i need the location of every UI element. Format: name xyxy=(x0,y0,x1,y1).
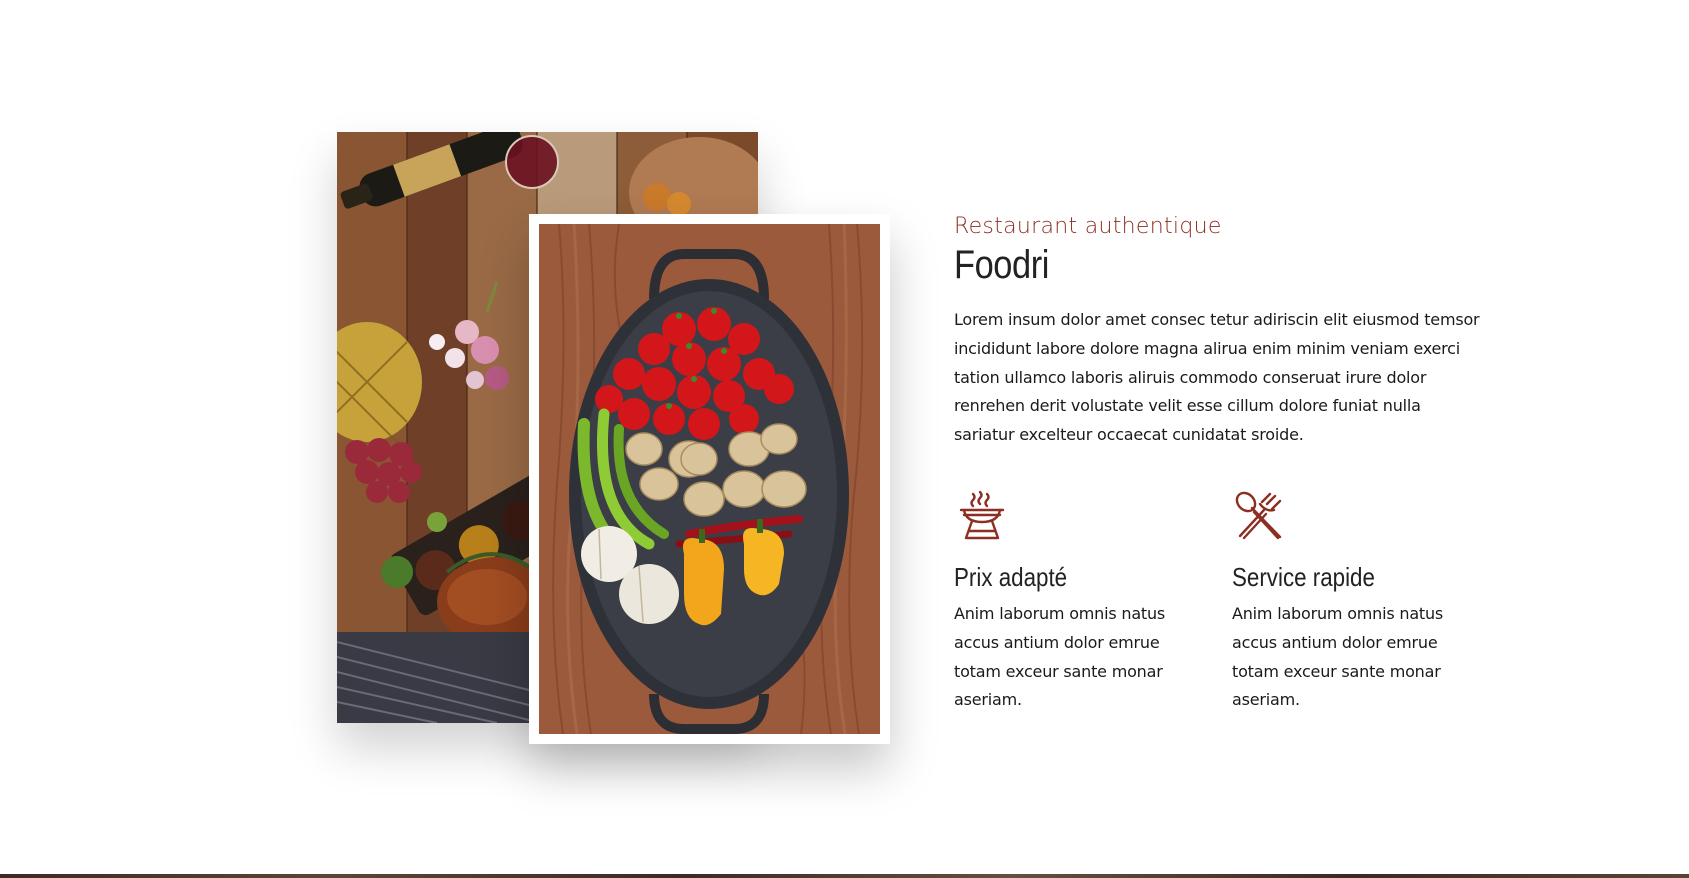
vegetables-pot-photo xyxy=(539,224,880,734)
next-section-edge xyxy=(0,874,1689,878)
feature-item-service: Service rapide Anim laborum omnis natus … xyxy=(1232,488,1472,715)
feature-item-price: Prix adapté Anim laborum omnis natus acc… xyxy=(954,488,1194,715)
feature-text: Anim laborum omnis natus accus antium do… xyxy=(1232,604,1444,710)
section-title: Foodri xyxy=(954,243,1049,287)
section-subtitle: Restaurant authentique xyxy=(954,214,1222,239)
about-section: Restaurant authentique Foodri Lorem insu… xyxy=(954,210,1484,450)
feature-title: Prix adapté xyxy=(954,562,1068,592)
vegetables-photo-frame xyxy=(529,214,890,744)
spoon-fork-icon xyxy=(1235,491,1282,540)
feature-title: Service rapide xyxy=(1232,562,1375,592)
intro-paragraph: Lorem insum dolor amet consec tetur adir… xyxy=(954,310,1480,445)
features-list: Prix adapté Anim laborum omnis natus acc… xyxy=(954,488,1514,718)
feature-text: Anim laborum omnis natus accus antium do… xyxy=(954,604,1166,710)
grill-icon xyxy=(959,490,1005,540)
